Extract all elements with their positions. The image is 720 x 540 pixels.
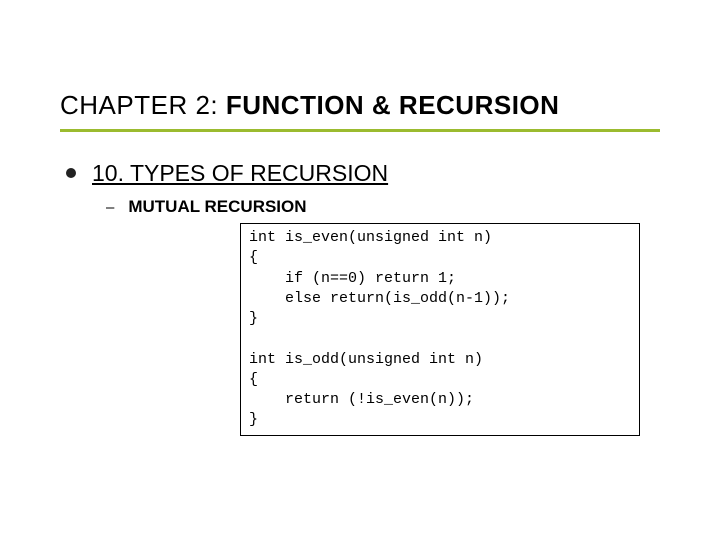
bullet-level2: – MUTUAL RECURSION: [106, 197, 660, 217]
code-block: int is_even(unsigned int n) { if (n==0) …: [240, 223, 640, 436]
title-underline: [60, 129, 660, 132]
bullet-icon: [66, 168, 76, 178]
bullet-level1: 10. TYPES OF RECURSION: [66, 160, 660, 187]
slide-title: CHAPTER 2: FUNCTION & RECURSION: [60, 90, 660, 121]
slide: CHAPTER 2: FUNCTION & RECURSION 10. TYPE…: [0, 0, 720, 476]
title-prefix: CHAPTER 2:: [60, 90, 226, 120]
title-bold: FUNCTION & RECURSION: [226, 90, 560, 120]
dash-icon: –: [106, 199, 114, 216]
subheading-text: MUTUAL RECURSION: [128, 197, 306, 217]
heading-text: 10. TYPES OF RECURSION: [92, 160, 388, 187]
